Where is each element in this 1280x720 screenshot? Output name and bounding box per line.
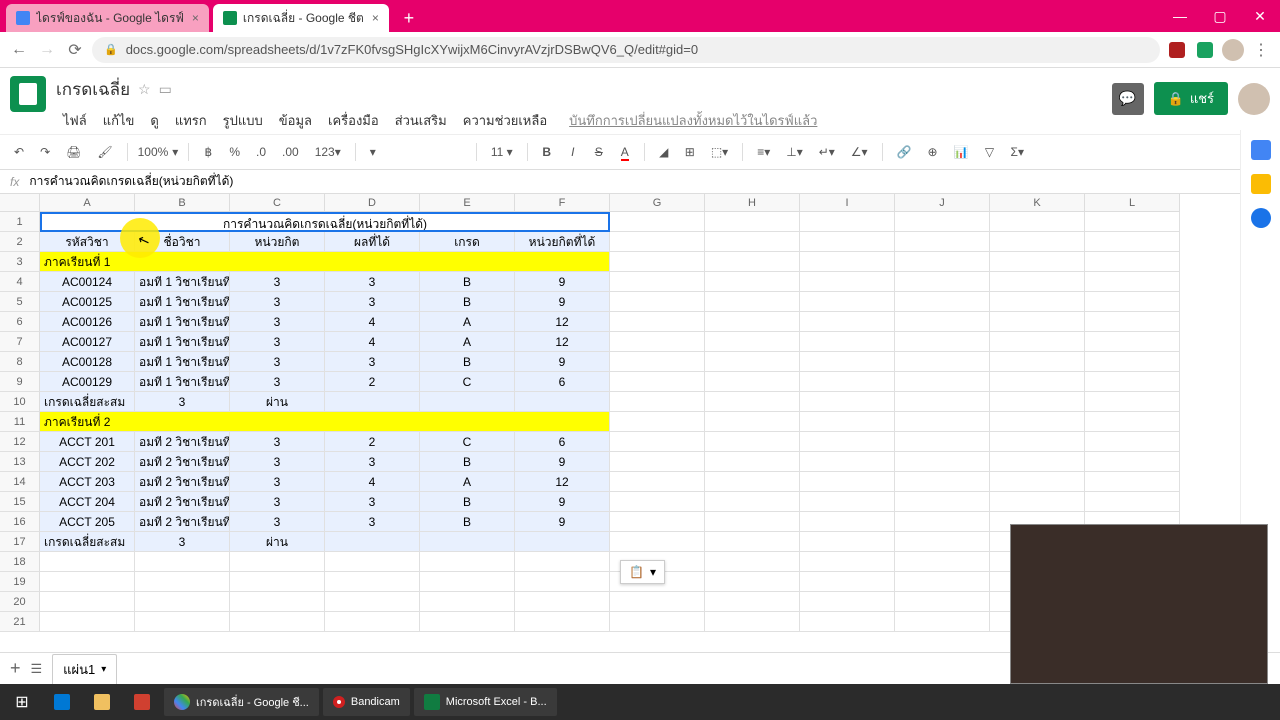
menu-data[interactable]: ข้อมูล (272, 107, 319, 134)
redo-button[interactable]: ↷ (36, 143, 54, 161)
maximize-button[interactable]: ▢ (1200, 0, 1240, 32)
new-tab-button[interactable]: + (397, 6, 421, 30)
star-icon[interactable]: ☆ (138, 81, 151, 98)
merge-button[interactable]: ⬚▾ (707, 143, 732, 161)
rotate-button[interactable]: ∠▾ (847, 143, 872, 161)
dec-decrease-button[interactable]: .0 (252, 143, 270, 161)
tab-title: เกรดเฉลี่ย - Google ชีต (243, 9, 364, 28)
browser-tabstrip: ไดรฟ์ของฉัน - Google ไดรฟ์ × เกรดเฉลี่ย … (0, 0, 1280, 32)
clipboard-icon: 📋 (629, 565, 644, 579)
strike-button[interactable]: S (590, 143, 608, 161)
valign-button[interactable]: ⊥▾ (782, 143, 806, 161)
minimize-button[interactable]: — (1160, 0, 1200, 32)
start-button[interactable]: ⊞ (4, 688, 40, 716)
link-button[interactable]: 🔗 (893, 143, 916, 161)
menubar: ไฟล์ แก้ไข ดู แทรก รูปแบบ ข้อมูล เครื่อง… (56, 107, 1112, 134)
share-button[interactable]: 🔒 แชร์ (1154, 82, 1228, 115)
back-button[interactable]: ← (8, 39, 30, 61)
italic-button[interactable]: I (564, 143, 582, 161)
fx-icon: fx (10, 175, 19, 189)
text-color-button[interactable]: A (616, 143, 634, 161)
calendar-icon[interactable] (1251, 140, 1271, 160)
chrome-menu-button[interactable]: ⋮ (1250, 39, 1272, 61)
menu-view[interactable]: ดู (143, 107, 165, 134)
lock-icon: 🔒 (104, 43, 118, 56)
toolbar: ↶ ↷ 🖨 🖌 100%▾ ฿ % .0 .00 123▾ ▾ 11 ▾ B I… (0, 134, 1280, 170)
all-sheets-button[interactable]: ☰ (31, 661, 43, 677)
wrap-button[interactable]: ↵▾ (815, 143, 839, 161)
functions-button[interactable]: Σ▾ (1007, 143, 1028, 161)
forward-button[interactable]: → (36, 39, 58, 61)
drive-icon (16, 11, 30, 25)
save-status[interactable]: บันทึกการเปลี่ยนแปลงทั้งหมดไว้ในไดรฟ์แล้… (562, 107, 824, 134)
windows-taskbar: ⊞ เกรดเฉลี่ย - Google ชี... Bandicam Mic… (0, 684, 1280, 720)
reload-button[interactable]: ⟳ (64, 39, 86, 61)
title-cell[interactable]: การคำนวณคิดเกรดเฉลี่ย(หน่วยกิตที่ได้) (40, 212, 610, 232)
url-bar: ← → ⟳ 🔒 docs.google.com/spreadsheets/d/1… (0, 32, 1280, 68)
bold-button[interactable]: B (538, 143, 556, 161)
lock-icon: 🔒 (1168, 91, 1184, 107)
taskbar-chrome[interactable]: เกรดเฉลี่ย - Google ชี... (164, 688, 319, 716)
taskbar-bandicam[interactable]: Bandicam (323, 688, 410, 716)
dec-increase-button[interactable]: .00 (278, 143, 303, 161)
font-size-select[interactable]: 11 ▾ (487, 143, 517, 161)
address-bar[interactable]: 🔒 docs.google.com/spreadsheets/d/1v7zFK0… (92, 37, 1160, 63)
window-controls: — ▢ ✕ (1160, 0, 1280, 32)
font-select[interactable]: ▾ (366, 143, 466, 161)
menu-insert[interactable]: แทรก (168, 107, 214, 134)
close-window-button[interactable]: ✕ (1240, 0, 1280, 32)
number-format-button[interactable]: 123▾ (311, 143, 345, 161)
fill-color-button[interactable]: ◢ (655, 143, 673, 161)
move-icon[interactable]: ▭ (159, 81, 172, 98)
filter-button[interactable]: ▽ (981, 143, 999, 161)
user-avatar[interactable] (1238, 83, 1270, 115)
tab-title: ไดรฟ์ของฉัน - Google ไดรฟ์ (36, 9, 184, 28)
sheets-icon (223, 11, 237, 25)
close-icon[interactable]: × (192, 11, 199, 25)
percent-button[interactable]: % (225, 143, 244, 161)
zoom-select[interactable]: 100%▾ (138, 145, 179, 159)
paint-format-button[interactable]: 🖌 (93, 143, 116, 161)
taskbar-mail[interactable] (124, 688, 160, 716)
extension-icon[interactable] (1166, 39, 1188, 61)
comments-button[interactable]: 💬 (1112, 83, 1144, 115)
formula-bar[interactable]: fx การคำนวณคิดเกรดเฉลี่ย(หน่วยกิตที่ได้) (0, 170, 1280, 194)
menu-edit[interactable]: แก้ไข (96, 107, 142, 134)
extension-icon[interactable] (1194, 39, 1216, 61)
browser-tab-active[interactable]: เกรดเฉลี่ย - Google ชีต × (213, 4, 389, 32)
paste-options-popup[interactable]: 📋▾ (620, 560, 665, 584)
borders-button[interactable]: ⊞ (681, 143, 699, 161)
sheet-tab-active[interactable]: แผ่น1▾ (52, 654, 117, 684)
chart-button[interactable]: 📊 (950, 143, 973, 161)
add-sheet-button[interactable]: + (10, 658, 21, 679)
print-button[interactable]: 🖨 (62, 143, 85, 161)
currency-button[interactable]: ฿ (199, 143, 217, 161)
tasks-icon[interactable] (1251, 208, 1271, 228)
formula-text: การคำนวณคิดเกรดเฉลี่ย(หน่วยกิตที่ได้) (29, 172, 233, 191)
menu-help[interactable]: ความช่วยเหลือ (456, 107, 554, 134)
sheets-logo-icon[interactable] (10, 76, 46, 112)
menu-tools[interactable]: เครื่องมือ (321, 107, 386, 134)
halign-button[interactable]: ≡▾ (753, 143, 774, 161)
url-text: docs.google.com/spreadsheets/d/1v7zFK0fv… (126, 42, 698, 57)
menu-file[interactable]: ไฟล์ (56, 107, 94, 134)
taskbar-excel[interactable]: Microsoft Excel - B... (414, 688, 557, 716)
taskbar-explorer[interactable] (84, 688, 120, 716)
menu-format[interactable]: รูปแบบ (216, 107, 270, 134)
webcam-overlay (1010, 524, 1268, 684)
close-icon[interactable]: × (372, 11, 379, 25)
browser-tab[interactable]: ไดรฟ์ของฉัน - Google ไดรฟ์ × (6, 4, 209, 32)
comment-button[interactable]: ⊕ (924, 143, 942, 161)
menu-addons[interactable]: ส่วนเสริม (388, 107, 454, 134)
profile-avatar[interactable] (1222, 39, 1244, 61)
undo-button[interactable]: ↶ (10, 143, 28, 161)
sheets-header: เกรดเฉลี่ย ☆ ▭ ไฟล์ แก้ไข ดู แทรก รูปแบบ… (0, 68, 1280, 134)
doc-title[interactable]: เกรดเฉลี่ย (56, 76, 130, 103)
keep-icon[interactable] (1251, 174, 1271, 194)
taskbar-search[interactable] (44, 688, 80, 716)
